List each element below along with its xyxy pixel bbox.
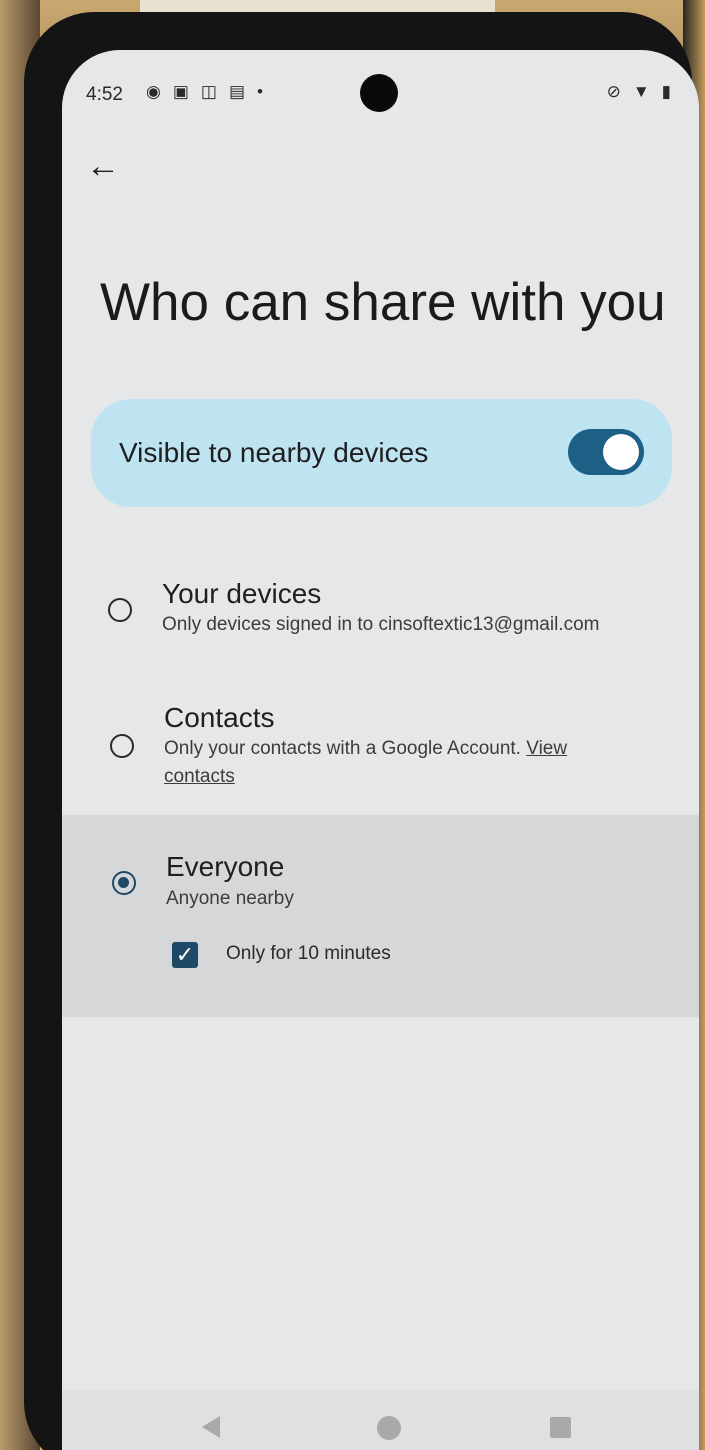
- radio-your-devices[interactable]: [108, 598, 132, 622]
- phone-frame: 4:52 ◉ ▣ ◫ ▤ • ⊘ ▼ ▮ ← Who can share wit…: [24, 12, 699, 1450]
- front-camera: [360, 74, 398, 112]
- view-contacts-link-continued[interactable]: contacts: [164, 766, 235, 788]
- visibility-card[interactable]: Visible to nearby devices: [91, 399, 672, 507]
- nav-recents-icon[interactable]: [550, 1417, 571, 1438]
- back-arrow-icon[interactable]: ←: [86, 146, 126, 186]
- system-icons: ⊘ ▼ ▮: [607, 82, 671, 102]
- checkbox-label: Only for 10 minutes: [226, 943, 391, 964]
- visibility-label: Visible to nearby devices: [119, 437, 429, 468]
- status-time: 4:52: [86, 84, 123, 105]
- screen: 4:52 ◉ ▣ ◫ ▤ • ⊘ ▼ ▮ ← Who can share wit…: [62, 50, 699, 1450]
- nav-home-icon[interactable]: [377, 1416, 401, 1440]
- battery-icon: ▮: [661, 82, 671, 101]
- option-subtitle: Only devices signed in to cinsoftextic13…: [162, 614, 600, 635]
- radio-everyone[interactable]: [112, 871, 136, 895]
- nav-back-icon[interactable]: [202, 1416, 220, 1438]
- mute-icon: ⊘: [606, 82, 621, 101]
- option-subtitle: Only your contacts with a Google Account…: [164, 738, 567, 760]
- option-your-devices[interactable]: Your devices Only devices signed in to c…: [62, 570, 699, 670]
- option-subtitle: Anyone nearby: [166, 888, 294, 909]
- page-title: Who can share with you: [100, 273, 666, 332]
- option-everyone[interactable]: Everyone Anyone nearby ✓ Only for 10 min…: [62, 815, 699, 1017]
- option-title: Everyone: [166, 851, 285, 882]
- option-contacts[interactable]: Contacts Only your contacts with a Googl…: [62, 700, 699, 810]
- toggle-knob: [603, 434, 639, 470]
- more-notifications-dot-icon: •: [257, 82, 263, 101]
- option-title: Your devices: [162, 578, 322, 609]
- message-icon: ▤: [228, 82, 246, 101]
- option-title: Contacts: [164, 702, 275, 733]
- notification-icons: ◉ ▣ ◫ ▤ •: [146, 82, 263, 102]
- sim-icon: ▣: [172, 82, 189, 101]
- contacts-subtitle-text: Only your contacts with a Google Account…: [164, 738, 521, 759]
- view-contacts-link[interactable]: View: [526, 738, 567, 759]
- navigation-bar: [62, 1390, 699, 1450]
- visibility-toggle[interactable]: [568, 429, 644, 475]
- radio-contacts[interactable]: [110, 734, 134, 758]
- wifi-icon: ▼: [632, 82, 650, 101]
- ten-minutes-checkbox[interactable]: ✓: [172, 942, 198, 968]
- radio-selected-dot: [118, 877, 129, 888]
- app-notification-icon: ◉: [146, 82, 161, 101]
- bag-icon: ◫: [200, 82, 217, 101]
